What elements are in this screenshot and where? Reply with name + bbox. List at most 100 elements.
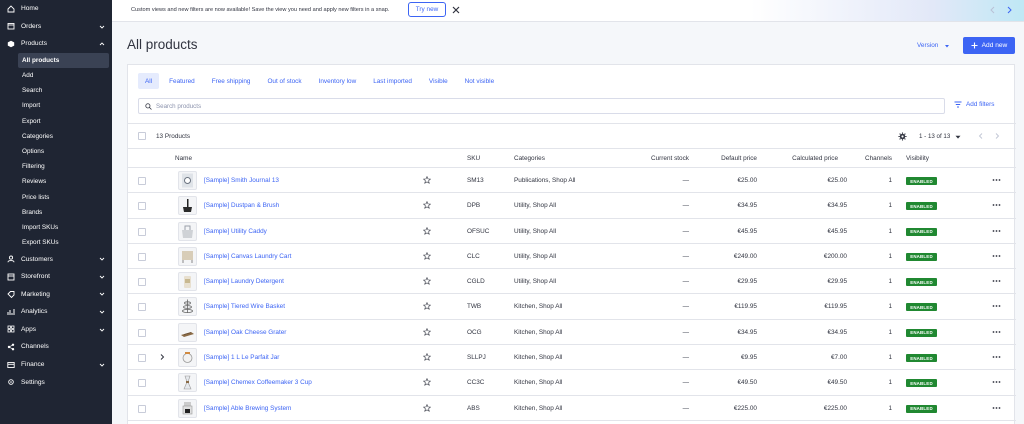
add-filters-button[interactable]: Add filters [954,101,994,108]
search-input[interactable] [156,101,856,112]
sidebar-subitem-export[interactable]: Export [0,114,112,129]
table-row[interactable]: [Sample] Laundry Detergent CGLD Utility, S… [128,269,1016,295]
sidebar-subitem-export-skus[interactable]: Export SKUs [0,235,112,250]
row-checkbox[interactable] [138,177,146,185]
chevron-down-icon[interactable] [99,274,105,280]
more-options-icon[interactable] [992,353,1001,361]
gear-icon[interactable] [898,132,907,141]
chevron-down-icon[interactable] [99,362,105,368]
sidebar-item-products[interactable]: Products [0,35,112,53]
star-icon[interactable] [423,201,431,210]
table-row[interactable]: [Sample] Oak Cheese Grater OCG Kitchen, Sh… [128,320,1016,346]
chevron-left-icon[interactable] [989,6,997,14]
product-thumbnail[interactable] [178,171,197,190]
product-thumbnail[interactable] [178,297,197,317]
version-dropdown[interactable]: Version [917,42,950,49]
star-icon[interactable] [423,327,431,336]
row-checkbox[interactable] [138,227,146,236]
table-row[interactable]: [Sample] Utility Caddy OFSUC Utility, Shop… [128,219,1016,244]
chevron-down-icon[interactable] [99,291,105,297]
more-options-icon[interactable] [992,302,1001,310]
product-name-link[interactable]: [Sample] Tiered Wire Basket [204,303,285,310]
sidebar-item-marketing[interactable]: Marketing [0,285,112,303]
sidebar-subitem-add[interactable]: Add [0,68,112,83]
sidebar-subitem-price-lists[interactable]: Price lists [0,189,112,204]
tab-inventory-low[interactable]: Inventory low [312,73,364,89]
column-calculated-price[interactable]: Calculated price [768,155,838,162]
product-thumbnail[interactable] [178,348,197,368]
product-name-link[interactable]: [Sample] 1 L Le Parfait Jar [204,354,279,361]
pagination-dropdown[interactable]: 1 - 13 of 13 [919,133,961,140]
product-thumbnail[interactable] [178,398,197,418]
more-options-icon[interactable] [992,176,1001,184]
star-icon[interactable] [423,176,431,184]
row-checkbox[interactable] [138,328,146,337]
sidebar-subitem-search[interactable]: Search [0,83,112,98]
product-name-link[interactable]: [Sample] Laundry Detergent [204,278,284,285]
try-new-button[interactable]: Try new [408,2,446,17]
sidebar-item-apps[interactable]: Apps [0,321,112,339]
tab-free-shipping[interactable]: Free shipping [205,73,258,89]
sidebar-subitem-filtering[interactable]: Filtering [0,159,112,174]
table-row[interactable]: [Sample] Able Brewing System ABS Kitchen, … [128,396,1016,421]
column-sku[interactable]: SKU [467,155,480,162]
chevron-left-icon[interactable] [978,133,984,139]
table-row[interactable]: [Sample] 1 L Le Parfait Jar SLLPJ Kitchen,… [128,345,1016,371]
table-row[interactable]: [Sample] Dustpan & Brush DPB Utility, Shop… [128,193,1016,219]
star-icon[interactable] [423,403,431,412]
product-name-link[interactable]: [Sample] Chemex Coffeemaker 3 Cup [204,379,312,386]
sidebar-item-orders[interactable]: Orders [0,18,112,36]
more-options-icon[interactable] [992,201,1001,209]
star-icon[interactable] [423,251,431,260]
more-options-icon[interactable] [992,277,1001,285]
star-icon[interactable] [423,302,431,311]
chevron-right-icon[interactable] [1005,6,1013,14]
star-icon[interactable] [423,353,431,361]
chevron-down-icon[interactable] [99,24,105,30]
sidebar-subitem-all-products[interactable]: All products [18,52,109,68]
row-checkbox[interactable] [138,202,146,211]
tab-not-visible[interactable]: Not visible [458,73,501,89]
more-options-icon[interactable] [992,328,1001,336]
product-thumbnail[interactable] [178,373,197,393]
sidebar-item-home[interactable]: Home [0,0,112,18]
sidebar-item-settings[interactable]: Settings [0,373,112,391]
chevron-down-icon[interactable] [99,256,105,262]
sidebar-item-customers[interactable]: Customers [0,250,112,268]
sidebar-subitem-categories[interactable]: Categories [0,129,112,144]
product-name-link[interactable]: [Sample] Able Brewing System [204,405,291,412]
product-thumbnail[interactable] [178,196,197,216]
chevron-right-icon[interactable] [159,354,165,360]
column-channels[interactable]: Channels [848,155,892,162]
sidebar-subitem-reviews[interactable]: Reviews [0,174,112,189]
product-thumbnail[interactable] [178,221,197,241]
tab-all[interactable]: All [138,73,160,89]
column-current-stock[interactable]: Current stock [628,155,689,162]
chevron-down-icon[interactable] [99,309,105,315]
table-row[interactable]: [Sample] Smith Journal 13 SM13 Publication… [128,168,1016,194]
sidebar-subitem-options[interactable]: Options [0,144,112,159]
tab-featured[interactable]: Featured [162,73,202,89]
sidebar-subitem-import-skus[interactable]: Import SKUs [0,220,112,235]
sidebar-subitem-import[interactable]: Import [0,98,112,113]
row-checkbox[interactable] [138,278,146,287]
close-icon[interactable] [451,5,461,15]
more-options-icon[interactable] [992,404,1001,412]
sidebar-item-analytics[interactable]: Analytics [0,303,112,321]
chevron-up-icon[interactable] [99,41,105,47]
product-name-link[interactable]: [Sample] Oak Cheese Grater [204,329,286,336]
product-thumbnail[interactable] [178,322,197,342]
product-name-link[interactable]: [Sample] Canvas Laundry Cart [204,253,291,260]
row-checkbox[interactable] [138,354,146,363]
table-row[interactable]: [Sample] Canvas Laundry Cart CLC Utility, … [128,244,1016,270]
more-options-icon[interactable] [992,378,1001,386]
tab-out-of-stock[interactable]: Out of stock [260,73,308,89]
more-options-icon[interactable] [992,252,1001,260]
table-row[interactable]: [Sample] Tiered Wire Basket TWB Kitchen, S… [128,294,1016,320]
star-icon[interactable] [423,226,431,235]
chevron-right-icon[interactable] [994,133,1000,139]
sidebar-item-storefront[interactable]: Storefront [0,268,112,286]
tab-last-imported[interactable]: Last imported [366,73,419,89]
sidebar-item-channels[interactable]: Channels [0,338,112,356]
row-checkbox[interactable] [138,379,146,388]
